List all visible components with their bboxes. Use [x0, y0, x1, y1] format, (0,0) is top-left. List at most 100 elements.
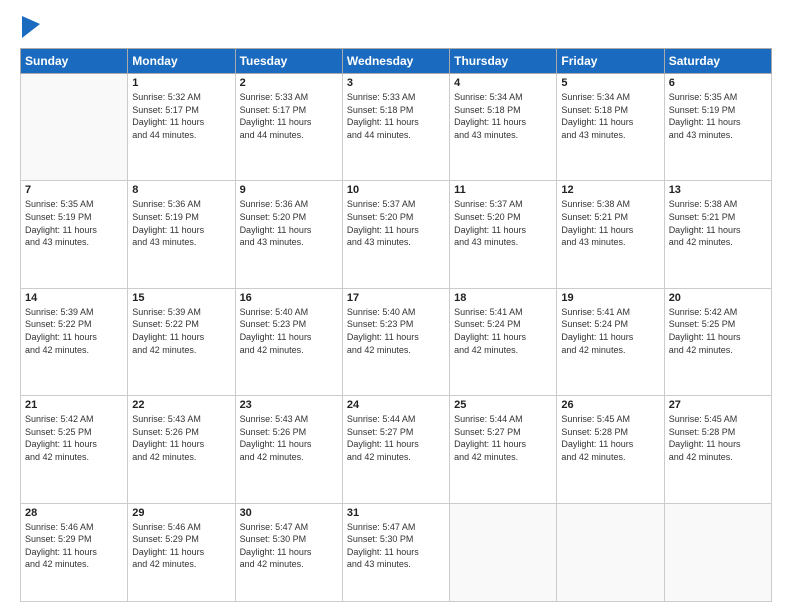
day-info: Sunrise: 5:40 AMSunset: 5:23 PMDaylight:… [240, 306, 338, 356]
day-info: Sunrise: 5:45 AMSunset: 5:28 PMDaylight:… [669, 413, 767, 463]
calendar-cell: 20 Sunrise: 5:42 AMSunset: 5:25 PMDayligh… [664, 288, 771, 395]
day-number: 20 [669, 292, 767, 304]
day-info: Sunrise: 5:37 AMSunset: 5:20 PMDaylight:… [347, 198, 445, 248]
weekday-header-thursday: Thursday [450, 49, 557, 74]
day-number: 22 [132, 399, 230, 411]
calendar-cell: 19 Sunrise: 5:41 AMSunset: 5:24 PMDayligh… [557, 288, 664, 395]
day-info: Sunrise: 5:38 AMSunset: 5:21 PMDaylight:… [669, 198, 767, 248]
weekday-header-monday: Monday [128, 49, 235, 74]
day-info: Sunrise: 5:35 AMSunset: 5:19 PMDaylight:… [25, 198, 123, 248]
day-number: 6 [669, 77, 767, 89]
calendar-table: SundayMondayTuesdayWednesdayThursdayFrid… [20, 48, 772, 602]
calendar-cell: 6 Sunrise: 5:35 AMSunset: 5:19 PMDaylight… [664, 74, 771, 181]
day-number: 9 [240, 184, 338, 196]
day-number: 2 [240, 77, 338, 89]
header [20, 18, 772, 38]
calendar-cell: 29Sunrise: 5:46 AMSunset: 5:29 PMDayligh… [128, 503, 235, 601]
day-info: Sunrise: 5:33 AMSunset: 5:17 PMDaylight:… [240, 91, 338, 141]
calendar-cell: 3 Sunrise: 5:33 AMSunset: 5:18 PMDaylight… [342, 74, 449, 181]
day-info: Sunrise: 5:39 AMSunset: 5:22 PMDaylight:… [132, 306, 230, 356]
calendar-cell: 24 Sunrise: 5:44 AMSunset: 5:27 PMDayligh… [342, 396, 449, 503]
calendar-cell: 18 Sunrise: 5:41 AMSunset: 5:24 PMDayligh… [450, 288, 557, 395]
logo-icon [22, 16, 40, 38]
day-info: Sunrise: 5:35 AMSunset: 5:19 PMDaylight:… [669, 91, 767, 141]
calendar-cell: 4 Sunrise: 5:34 AMSunset: 5:18 PMDaylight… [450, 74, 557, 181]
calendar-cell: 9Sunrise: 5:36 AMSunset: 5:20 PMDaylight… [235, 181, 342, 288]
weekday-header-tuesday: Tuesday [235, 49, 342, 74]
day-info: Sunrise: 5:46 AMSunset: 5:29 PMDaylight:… [25, 521, 123, 571]
day-number: 25 [454, 399, 552, 411]
day-info: Sunrise: 5:41 AMSunset: 5:24 PMDaylight:… [454, 306, 552, 356]
day-info: Sunrise: 5:43 AMSunset: 5:26 PMDaylight:… [132, 413, 230, 463]
day-info: Sunrise: 5:41 AMSunset: 5:24 PMDaylight:… [561, 306, 659, 356]
calendar-cell: 2 Sunrise: 5:33 AMSunset: 5:17 PMDaylight… [235, 74, 342, 181]
calendar-cell: 31 Sunrise: 5:47 AMSunset: 5:30 PMDayligh… [342, 503, 449, 601]
page: SundayMondayTuesdayWednesdayThursdayFrid… [0, 0, 792, 612]
day-info: Sunrise: 5:42 AMSunset: 5:25 PMDaylight:… [669, 306, 767, 356]
day-info: Sunrise: 5:45 AMSunset: 5:28 PMDaylight:… [561, 413, 659, 463]
day-info: Sunrise: 5:44 AMSunset: 5:27 PMDaylight:… [347, 413, 445, 463]
day-number: 18 [454, 292, 552, 304]
day-number: 4 [454, 77, 552, 89]
weekday-header-wednesday: Wednesday [342, 49, 449, 74]
day-number: 3 [347, 77, 445, 89]
calendar-cell: 25 Sunrise: 5:44 AMSunset: 5:27 PMDayligh… [450, 396, 557, 503]
calendar-cell: 26Sunrise: 5:45 AMSunset: 5:28 PMDayligh… [557, 396, 664, 503]
day-info: Sunrise: 5:33 AMSunset: 5:18 PMDaylight:… [347, 91, 445, 141]
calendar-cell [557, 503, 664, 601]
calendar-cell: 7Sunrise: 5:35 AMSunset: 5:19 PMDaylight… [21, 181, 128, 288]
calendar-cell: 11 Sunrise: 5:37 AMSunset: 5:20 PMDayligh… [450, 181, 557, 288]
calendar-week-row: 28 Sunrise: 5:46 AMSunset: 5:29 PMDayligh… [21, 503, 772, 601]
day-info: Sunrise: 5:39 AMSunset: 5:22 PMDaylight:… [25, 306, 123, 356]
logo [20, 18, 40, 38]
calendar-cell: 12 Sunrise: 5:38 AMSunset: 5:21 PMDayligh… [557, 181, 664, 288]
day-number: 29 [132, 507, 230, 519]
day-number: 11 [454, 184, 552, 196]
day-number: 19 [561, 292, 659, 304]
day-number: 28 [25, 507, 123, 519]
calendar-week-row: 21 Sunrise: 5:42 AMSunset: 5:25 PMDayligh… [21, 396, 772, 503]
day-info: Sunrise: 5:40 AMSunset: 5:23 PMDaylight:… [347, 306, 445, 356]
calendar-cell: 10 Sunrise: 5:37 AMSunset: 5:20 PMDayligh… [342, 181, 449, 288]
day-number: 15 [132, 292, 230, 304]
day-number: 12 [561, 184, 659, 196]
day-info: Sunrise: 5:36 AMSunset: 5:19 PMDaylight:… [132, 198, 230, 248]
weekday-header-friday: Friday [557, 49, 664, 74]
calendar-cell: 1Sunrise: 5:32 AMSunset: 5:17 PMDaylight… [128, 74, 235, 181]
day-number: 8 [132, 184, 230, 196]
day-number: 14 [25, 292, 123, 304]
calendar-week-row: 1Sunrise: 5:32 AMSunset: 5:17 PMDaylight… [21, 74, 772, 181]
day-number: 10 [347, 184, 445, 196]
calendar-week-row: 14 Sunrise: 5:39 AMSunset: 5:22 PMDayligh… [21, 288, 772, 395]
day-number: 17 [347, 292, 445, 304]
day-number: 31 [347, 507, 445, 519]
day-info: Sunrise: 5:34 AMSunset: 5:18 PMDaylight:… [454, 91, 552, 141]
day-info: Sunrise: 5:44 AMSunset: 5:27 PMDaylight:… [454, 413, 552, 463]
day-info: Sunrise: 5:37 AMSunset: 5:20 PMDaylight:… [454, 198, 552, 248]
day-number: 23 [240, 399, 338, 411]
day-number: 16 [240, 292, 338, 304]
weekday-header-sunday: Sunday [21, 49, 128, 74]
calendar-week-row: 7Sunrise: 5:35 AMSunset: 5:19 PMDaylight… [21, 181, 772, 288]
calendar-cell: 23 Sunrise: 5:43 AMSunset: 5:26 PMDayligh… [235, 396, 342, 503]
day-info: Sunrise: 5:38 AMSunset: 5:21 PMDaylight:… [561, 198, 659, 248]
day-info: Sunrise: 5:47 AMSunset: 5:30 PMDaylight:… [240, 521, 338, 571]
calendar-cell: 27Sunrise: 5:45 AMSunset: 5:28 PMDayligh… [664, 396, 771, 503]
weekday-header-saturday: Saturday [664, 49, 771, 74]
day-number: 1 [132, 77, 230, 89]
day-info: Sunrise: 5:43 AMSunset: 5:26 PMDaylight:… [240, 413, 338, 463]
calendar-cell: 5Sunrise: 5:34 AMSunset: 5:18 PMDaylight… [557, 74, 664, 181]
day-number: 21 [25, 399, 123, 411]
day-number: 13 [669, 184, 767, 196]
calendar-cell: 28 Sunrise: 5:46 AMSunset: 5:29 PMDayligh… [21, 503, 128, 601]
calendar-cell: 13 Sunrise: 5:38 AMSunset: 5:21 PMDayligh… [664, 181, 771, 288]
day-info: Sunrise: 5:47 AMSunset: 5:30 PMDaylight:… [347, 521, 445, 571]
calendar-cell [21, 74, 128, 181]
day-number: 24 [347, 399, 445, 411]
day-number: 5 [561, 77, 659, 89]
calendar-header-row: SundayMondayTuesdayWednesdayThursdayFrid… [21, 49, 772, 74]
calendar-cell: 22 Sunrise: 5:43 AMSunset: 5:26 PMDayligh… [128, 396, 235, 503]
day-info: Sunrise: 5:42 AMSunset: 5:25 PMDaylight:… [25, 413, 123, 463]
calendar-cell: 30Sunrise: 5:47 AMSunset: 5:30 PMDayligh… [235, 503, 342, 601]
calendar-cell [664, 503, 771, 601]
